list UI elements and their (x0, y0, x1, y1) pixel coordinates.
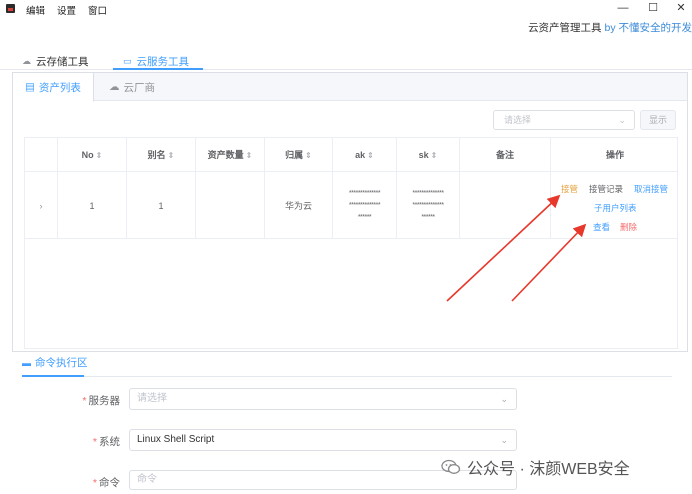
title-bar: 编辑 设置 窗口 — ☐ ✕ (0, 0, 692, 18)
section-divider (22, 376, 672, 377)
tab-asset-list[interactable]: ▤ 资产列表 (13, 73, 94, 102)
cell-ak: ************** ************** ****** (333, 172, 397, 239)
cell-no: 1 (58, 172, 127, 239)
active-tab-indicator (113, 68, 203, 70)
chevron-down-icon: ⌄ (618, 115, 626, 125)
cell-sk: ************** ************** ****** (397, 172, 460, 239)
header-expand (25, 138, 58, 172)
sub-user-list-button[interactable]: 子用户列表 (594, 202, 637, 214)
sort-icon: ⇕ (167, 151, 175, 160)
header-sk[interactable]: sk ⇕ (397, 138, 460, 172)
cell-alias: 1 (127, 172, 196, 239)
filter-select[interactable]: 请选择 ⌄ (493, 110, 635, 130)
header-alias[interactable]: 别名 ⇕ (127, 138, 196, 172)
header-owner[interactable]: 归属 ⇕ (265, 138, 333, 172)
delete-button[interactable]: 删除 (620, 221, 637, 233)
show-button[interactable]: 显示 (640, 110, 676, 130)
sort-icon: ⇕ (430, 151, 438, 160)
header-asset-count[interactable]: 资产数量 ⇕ (196, 138, 265, 172)
menu-bar: 编辑 设置 窗口 (26, 3, 107, 17)
chevron-down-icon: ⌄ (500, 435, 508, 445)
minimize-button[interactable]: — (612, 1, 634, 15)
system-value: Linux Shell Script (137, 434, 215, 445)
watermark-text: 公众号 · 沫颜WEB安全 (467, 461, 630, 478)
cloud-icon: ☁ (109, 81, 120, 93)
view-button[interactable]: 查看 (593, 221, 610, 233)
header-actions: 操作 (605, 150, 624, 160)
cell-remark (460, 172, 551, 239)
menu-item-edit[interactable]: 编辑 (26, 3, 45, 17)
table-row: › 1 1 华为云 ************** ************** … (25, 172, 677, 239)
terminal-icon: ▬ (22, 357, 31, 368)
table-header: No ⇕ 别名 ⇕ 资产数量 ⇕ 归属 ⇕ ak ⇕ sk ⇕ 备注 操作 (25, 138, 677, 172)
asset-card: ▤ 资产列表 ☁ 云厂商 请选择 ⌄ 显示 No ⇕ 别名 ⇕ 资产数量 ⇕ 归属 ⇕ … (12, 72, 688, 352)
monitor-icon: ▭ (123, 55, 132, 66)
tab-cloud-storage[interactable]: ☁ 云存储工具 (22, 52, 89, 70)
system-select[interactable]: Linux Shell Script ⌄ (129, 429, 517, 451)
app-title-author: by 不懂安全的开发 (604, 22, 692, 34)
sort-icon: ⇕ (305, 151, 312, 160)
command-label: * 命令 (92, 477, 120, 489)
tab-cloud-vendor[interactable]: ☁ 云厂商 (97, 73, 167, 101)
cell-asset-count (196, 172, 265, 239)
maximize-button[interactable]: ☐ (642, 1, 664, 15)
section-indicator (22, 375, 84, 377)
header-ak[interactable]: ak ⇕ (333, 138, 397, 172)
command-placeholder: 命令 (137, 474, 157, 485)
takeover-button[interactable]: 接管 (561, 183, 578, 195)
chevron-down-icon: ⌄ (500, 394, 508, 404)
app-title: 云资产管理工具 by 不懂安全的开发 (528, 20, 692, 35)
expand-chevron-icon[interactable]: › (25, 172, 58, 239)
inner-tabs: ▤ 资产列表 ☁ 云厂商 (13, 73, 687, 102)
header-no[interactable]: No ⇕ (58, 138, 127, 172)
menu-item-settings[interactable]: 设置 (57, 3, 76, 17)
cloud-icon: ☁ (22, 55, 31, 66)
tool-tabs: ☁ 云存储工具 ▭ 云服务工具 (0, 50, 692, 70)
takeover-log-button[interactable]: 接管记录 (589, 183, 623, 195)
tab-label: 资产列表 (38, 81, 81, 94)
tab-label: 云服务工具 (136, 55, 190, 68)
list-icon: ▤ (25, 81, 35, 93)
cell-owner: 华为云 (265, 172, 333, 239)
header-remark: 备注 (460, 138, 551, 172)
asset-table: No ⇕ 别名 ⇕ 资产数量 ⇕ 归属 ⇕ ak ⇕ sk ⇕ 备注 操作 › 1 1 华为… (24, 137, 678, 349)
server-select[interactable]: 请选择 ⌄ (129, 388, 517, 410)
sort-icon: ⇕ (245, 151, 253, 160)
tab-label: 云厂商 (123, 81, 156, 94)
watermark: 公众号 · 沫颜WEB安全 (441, 455, 630, 479)
sort-icon: ⇕ (367, 151, 374, 160)
command-section-header: ▬ 命令执行区 (22, 355, 88, 370)
server-label: * 服务器 (82, 395, 120, 407)
close-button[interactable]: ✕ (670, 1, 692, 15)
tab-label: 云存储工具 (36, 55, 89, 68)
server-placeholder: 请选择 (137, 393, 167, 404)
menu-item-window[interactable]: 窗口 (88, 3, 107, 17)
system-label: * 系统 (92, 436, 120, 448)
wechat-icon (441, 459, 461, 475)
section-title: 命令执行区 (35, 357, 88, 369)
cell-actions: 接管 接管记录 取消接管 子用户列表 查看 删除 (551, 172, 679, 239)
app-logo-icon (6, 4, 15, 13)
cancel-takeover-button[interactable]: 取消接管 (634, 183, 668, 195)
sort-icon: ⇕ (95, 151, 103, 160)
filter-placeholder: 请选择 (504, 115, 532, 125)
app-title-text: 云资产管理工具 (528, 22, 602, 34)
